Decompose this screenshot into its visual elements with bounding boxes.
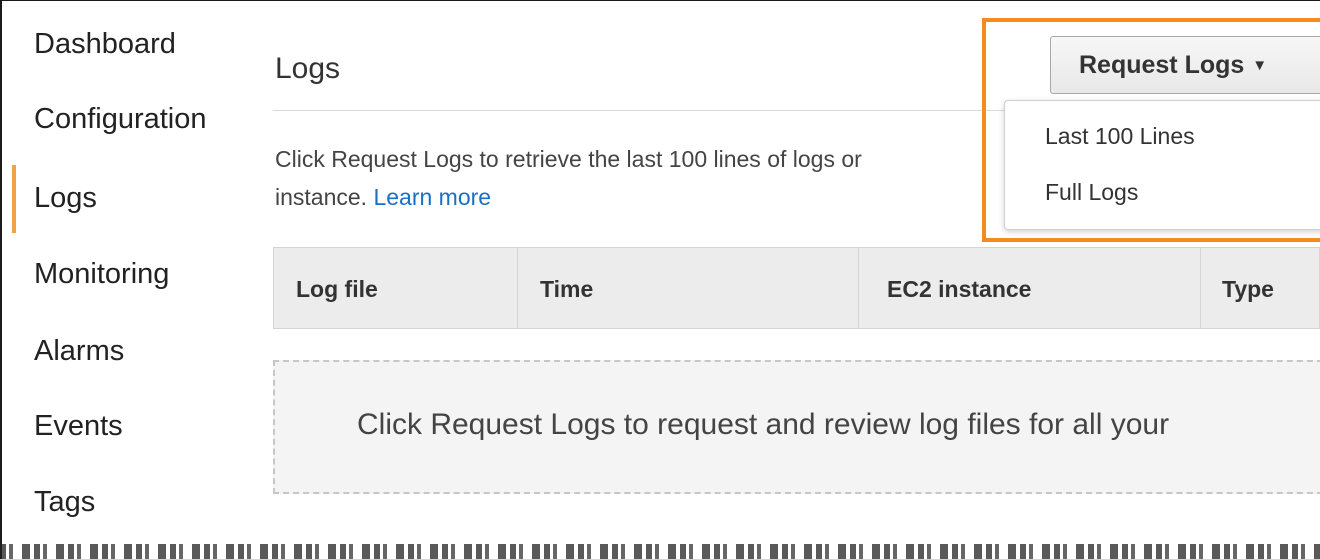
- column-type[interactable]: Type: [1222, 248, 1274, 328]
- request-logs-dropdown: Last 100 Lines Full Logs: [1004, 100, 1320, 230]
- column-time[interactable]: Time: [540, 248, 593, 328]
- description: Click Request Logs to retrieve the last …: [275, 140, 1015, 216]
- sidebar-nav: Dashboard Configuration Logs Monitoring …: [0, 0, 260, 540]
- page-title: Logs: [275, 52, 341, 85]
- bottom-artifact-strip: [0, 544, 1320, 559]
- empty-state: Click Request Logs to request and review…: [273, 360, 1320, 494]
- sidebar-item-events[interactable]: Events: [34, 410, 123, 443]
- dropdown-item-last-100-lines[interactable]: Last 100 Lines: [1045, 123, 1195, 150]
- dropdown-item-full-logs[interactable]: Full Logs: [1045, 179, 1138, 206]
- sidebar-item-configuration[interactable]: Configuration: [34, 103, 207, 136]
- description-text-line2: instance.: [275, 184, 368, 210]
- sidebar-item-tags[interactable]: Tags: [34, 486, 95, 519]
- sidebar-item-monitoring[interactable]: Monitoring: [34, 258, 169, 291]
- request-logs-button[interactable]: Request Logs ▼: [1050, 36, 1320, 94]
- sidebar-item-dashboard[interactable]: Dashboard: [34, 28, 176, 61]
- column-divider: [1200, 248, 1201, 328]
- learn-more-link[interactable]: Learn more: [373, 184, 491, 210]
- empty-state-message: Click Request Logs to request and review…: [357, 408, 1170, 441]
- column-ec2-instance[interactable]: EC2 instance: [887, 248, 1031, 328]
- column-divider: [858, 248, 859, 328]
- column-divider: [517, 248, 518, 328]
- caret-down-icon: ▼: [1252, 57, 1268, 74]
- sidebar-item-alarms[interactable]: Alarms: [34, 335, 124, 368]
- column-log-file[interactable]: Log file: [296, 248, 378, 328]
- sidebar-item-logs[interactable]: Logs: [34, 182, 97, 215]
- request-logs-label: Request Logs: [1079, 51, 1245, 79]
- description-text: Click Request Logs to retrieve the last …: [275, 146, 862, 172]
- logs-table-header: Log file Time EC2 instance Type: [273, 247, 1320, 329]
- active-indicator: [12, 165, 16, 233]
